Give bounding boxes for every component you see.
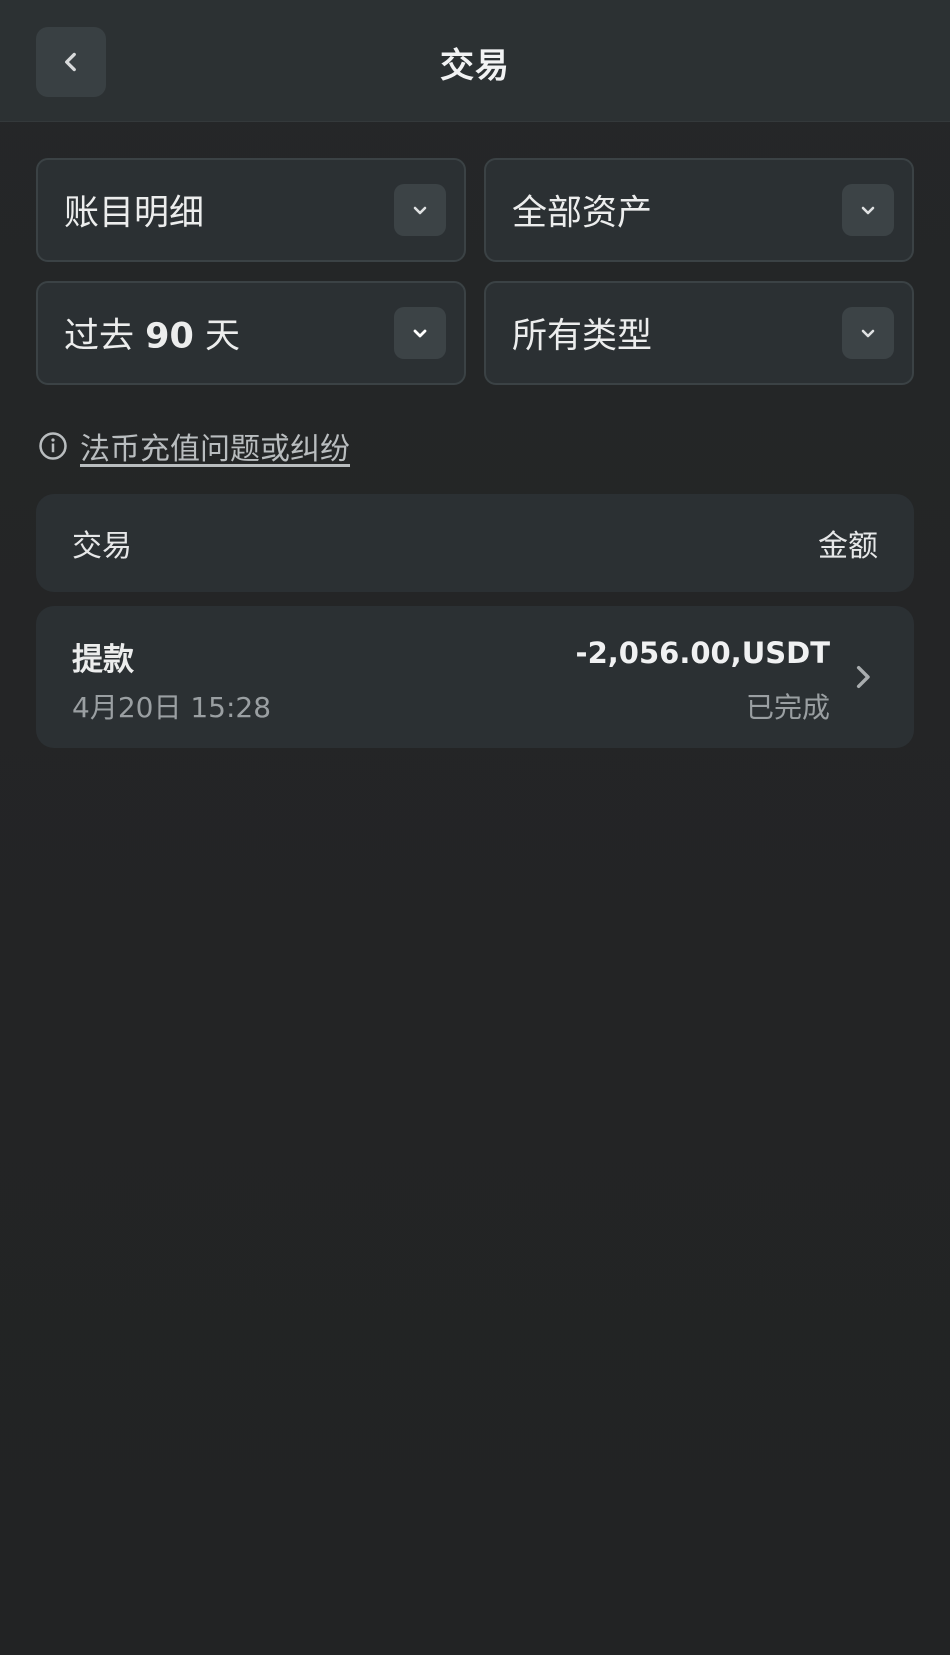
chevron-down-icon — [413, 206, 427, 215]
statement-filter-dropdown[interactable]: 账目明细 — [36, 158, 466, 262]
type-filter-label: 所有类型 — [512, 316, 653, 357]
column-header-amount: 金额 — [818, 529, 878, 564]
asset-filter-label: 全部资产 — [512, 193, 653, 234]
period-filter-dropdown[interactable]: 过去 90 天 — [36, 281, 466, 385]
transaction-time: 4月20日 15:28 — [72, 691, 272, 724]
dropdown-toggle[interactable] — [842, 184, 894, 236]
page-title: 交易 — [440, 46, 510, 86]
type-filter-dropdown[interactable]: 所有类型 — [484, 281, 914, 385]
period-suffix: 天 — [205, 316, 241, 357]
column-header-transaction: 交易 — [72, 529, 132, 564]
dropdown-toggle[interactable] — [394, 307, 446, 359]
period-prefix: 过去 — [64, 316, 135, 357]
transactions-screen: 交易 账目明细 全部资产 过去 90 天 所有类型 法币充值问题或纠纷 交易 金… — [0, 0, 950, 1655]
chevron-right-icon — [856, 665, 870, 689]
dropdown-toggle[interactable] — [842, 307, 894, 359]
dropdown-toggle[interactable] — [394, 184, 446, 236]
transaction-type: 提款 — [72, 642, 134, 678]
fiat-deposit-dispute-link[interactable]: 法币充值问题或纠纷 — [38, 424, 350, 468]
period-filter-label: 过去 90 天 — [64, 308, 240, 359]
transaction-amount: -2,056.00,USDT — [575, 636, 830, 670]
statement-filter-label: 账目明细 — [64, 193, 205, 234]
info-link-text: 法币充值问题或纠纷 — [80, 432, 350, 467]
top-bar: 交易 — [0, 0, 950, 122]
table-header: 交易 金额 — [36, 494, 914, 592]
asset-filter-dropdown[interactable]: 全部资产 — [484, 158, 914, 262]
chevron-down-icon — [861, 206, 875, 215]
period-number: 90 — [145, 316, 194, 357]
chevron-down-icon — [413, 329, 427, 338]
chevron-down-icon — [861, 329, 875, 338]
transaction-status: 已完成 — [745, 691, 830, 724]
transaction-row[interactable]: 提款 4月20日 15:28 -2,056.00,USDT 已完成 — [36, 606, 914, 748]
info-circle-icon — [39, 432, 67, 460]
